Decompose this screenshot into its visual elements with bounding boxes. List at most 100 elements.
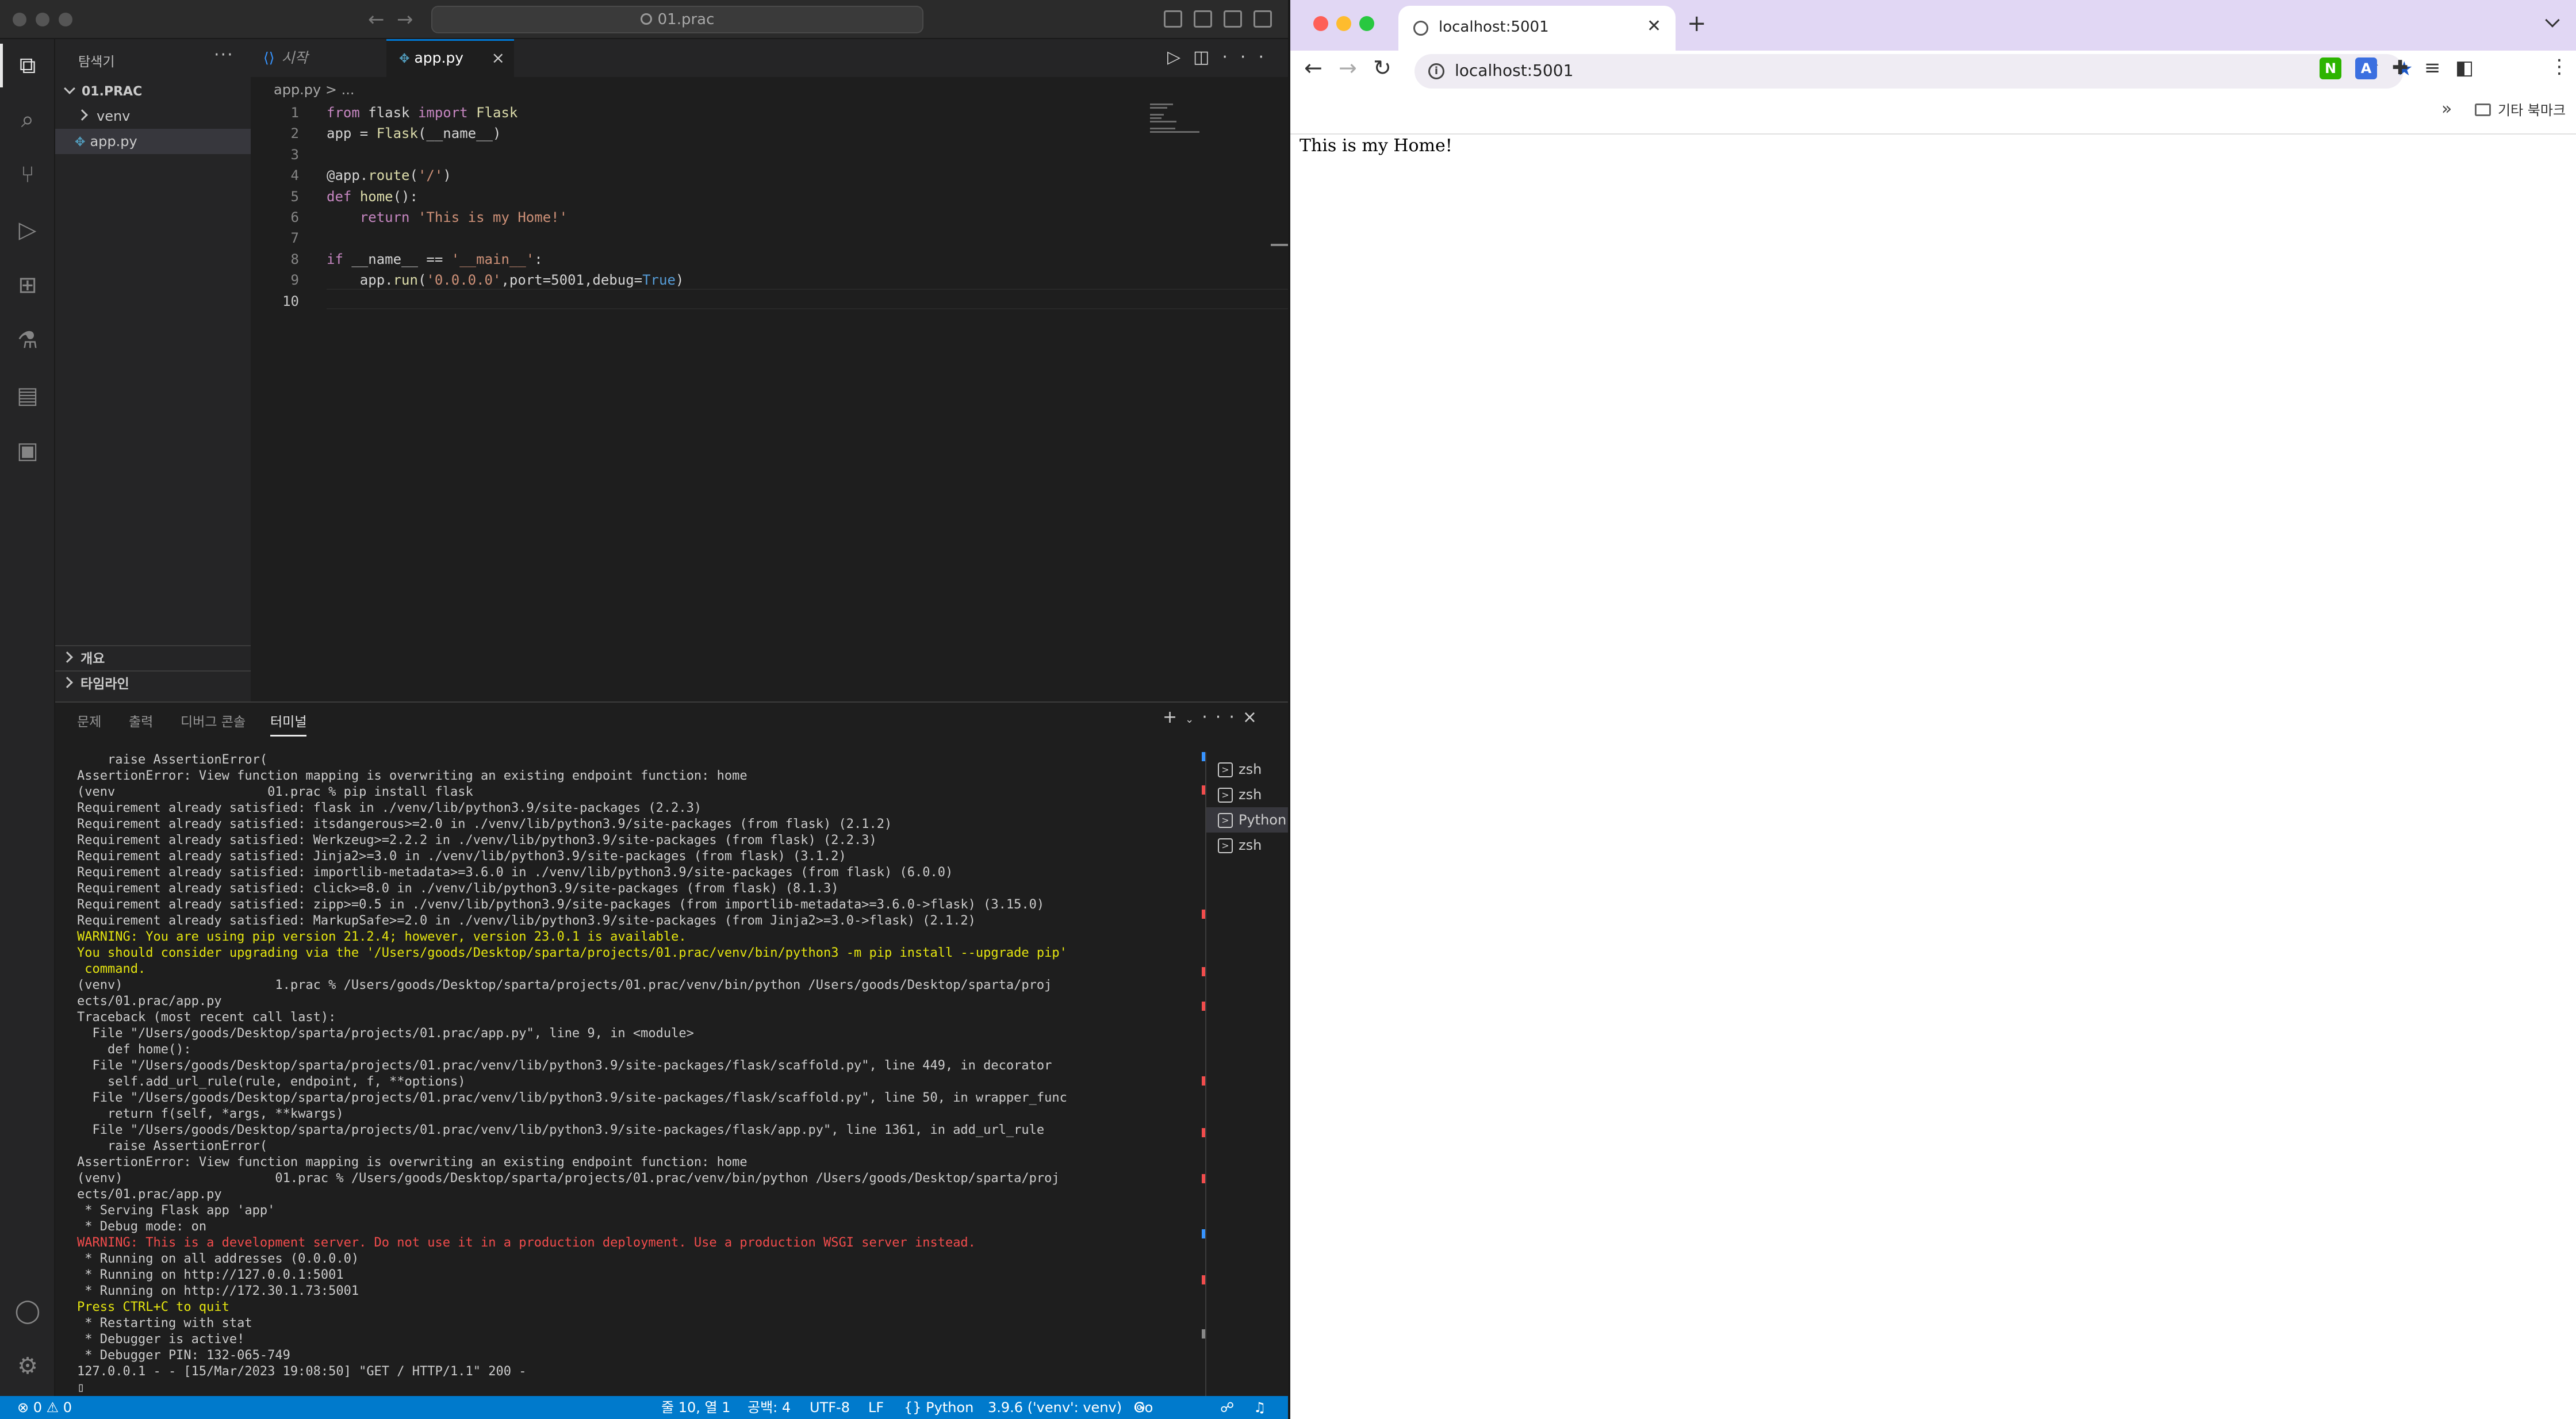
code-line[interactable]: app = Flask(__name__) [327, 125, 501, 141]
zoom-window-button[interactable] [1359, 16, 1374, 31]
terminal-line: Requirement already satisfied: Jinja2>=3… [77, 849, 846, 864]
tab-app-py[interactable]: ✥ app.py × [386, 39, 514, 77]
indentation-status[interactable]: 공백: 4 [747, 1396, 791, 1419]
close-tab-icon[interactable]: ✕ [1647, 16, 1661, 36]
terminal-line: (venv) 01.prac % /Users/goods/Desktop/sp… [77, 1171, 1187, 1187]
cursor-position[interactable]: 줄 10, 열 1 [661, 1396, 730, 1419]
terminal-output[interactable]: raise AssertionError(AssertionError: Vie… [77, 752, 1187, 1396]
terminal-tab-zsh[interactable]: > zsh [1206, 757, 1288, 782]
terminal-line: * Running on all addresses (0.0.0.0) [77, 1252, 359, 1266]
tree-item-venv[interactable]: venv [55, 103, 251, 129]
code-line[interactable]: @app.route('/') [327, 167, 451, 183]
tab-search-chevron-icon[interactable] [2545, 13, 2560, 28]
encoding-status[interactable]: UTF-8 [810, 1396, 850, 1419]
terminal-icon: > [1218, 813, 1233, 828]
eol-status[interactable]: LF [868, 1396, 884, 1419]
terminal-tab-zsh[interactable]: > zsh [1206, 833, 1288, 858]
source-control-icon[interactable]: ⑂ [14, 161, 41, 189]
tab-terminal[interactable]: 터미널 [270, 711, 307, 737]
terminal-line: File "/Users/goods/Desktop/sparta/projec… [77, 1059, 1052, 1073]
language-mode[interactable]: {} Python [904, 1396, 973, 1419]
back-arrow-icon[interactable]: ← [368, 8, 385, 31]
breadcrumb[interactable]: app.py > ... [274, 82, 355, 98]
command-center-search[interactable]: 01.prac [431, 6, 923, 33]
tab-problems[interactable]: 문제 [77, 711, 101, 730]
close-tab-icon[interactable]: × [492, 41, 505, 75]
more-actions-icon[interactable]: ··· [1202, 707, 1243, 727]
side-panel-icon[interactable]: ◧ [2455, 56, 2474, 79]
extensions-icon[interactable]: ⊞ [14, 271, 41, 299]
close-window-button[interactable] [13, 13, 26, 26]
more-actions-icon[interactable]: ··· [214, 45, 234, 65]
code-line[interactable]: if __name__ == '__main__': [327, 251, 543, 267]
code-line[interactable]: app.run('0.0.0.0',port=5001,debug=True) [327, 272, 684, 288]
feedback-icon[interactable]: ☍ [1220, 1396, 1234, 1419]
notifications-bell-icon[interactable]: ♫ [1254, 1396, 1266, 1419]
extensions-puzzle-icon[interactable]: ✚ [2392, 56, 2409, 79]
editor-actions[interactable]: ▷◫··· [1167, 47, 1276, 67]
minimap[interactable] [1150, 103, 1208, 138]
editor-tab-bar: ⟨⟩ 시작 ✥ app.py × ▷◫··· [251, 39, 1288, 77]
terminal-icon: > [1218, 762, 1233, 777]
search-icon[interactable]: ⌕ [14, 106, 41, 133]
tree-item-app-py[interactable]: ✥ app.py [55, 129, 251, 154]
bottom-panel: 문제 출력 디버그 콘솔 터미널 +⌄···× raise AssertionE… [55, 701, 1288, 1397]
close-window-button[interactable] [1313, 16, 1328, 31]
code-line[interactable]: from flask import Flask [327, 105, 518, 121]
minimize-window-button[interactable] [36, 13, 49, 26]
site-info-icon[interactable]: i [1428, 63, 1444, 79]
tab-welcome[interactable]: ⟨⟩ 시작 [251, 39, 386, 77]
new-tab-button[interactable]: + [1687, 10, 1707, 37]
reload-button[interactable]: ↻ [1373, 55, 1392, 80]
settings-gear-icon[interactable]: ⚙ [14, 1352, 41, 1380]
menu-kebab-icon[interactable]: ⋮ [2550, 55, 2569, 78]
zoom-window-button[interactable] [59, 13, 72, 26]
line-number: 8 [290, 251, 299, 267]
folder-root[interactable]: 01.PRAC [55, 78, 251, 103]
customize-layout-icon[interactable] [1254, 10, 1272, 28]
line-number: 6 [290, 209, 299, 225]
new-terminal-icon[interactable]: + [1163, 707, 1185, 727]
naver-extension-icon[interactable]: N [2320, 57, 2341, 79]
media-controls-icon[interactable]: ≡ [2424, 56, 2441, 79]
code-line[interactable]: return 'This is my Home!' [327, 209, 568, 225]
account-icon[interactable]: ◯ [14, 1297, 41, 1325]
address-bar[interactable]: i localhost:5001 ⇪ ★ [1414, 54, 2413, 89]
browser-tab[interactable]: localhost:5001 ✕ [1398, 6, 1676, 51]
toggle-secondary-sidebar-icon[interactable] [1224, 10, 1242, 28]
tab-debug-console[interactable]: 디버그 콘솔 [181, 711, 246, 730]
tab-output[interactable]: 출력 [129, 711, 153, 730]
explorer-icon[interactable]: ⧉ [0, 44, 41, 87]
other-bookmarks-folder[interactable]: 기타 북마크 [2475, 99, 2566, 119]
bookmarks-overflow-button[interactable]: » [2441, 99, 2452, 119]
terminal-line: File "/Users/goods/Desktop/sparta/projec… [77, 1091, 1067, 1105]
terminal-line: You should consider upgrading via the '/… [77, 946, 1067, 960]
chevron-down-icon[interactable]: ⌄ [1185, 714, 1202, 726]
line-number: 10 [282, 293, 299, 309]
terminal-tab-python[interactable]: > Python [1206, 807, 1288, 833]
testing-icon[interactable]: ⚗ [14, 327, 41, 354]
timeline-section[interactable]: 타임라인 [55, 670, 251, 696]
terminal-line: Requirement already satisfied: MarkupSaf… [77, 914, 976, 928]
terminal-line: WARNING: You are using pip version 21.2.… [77, 930, 687, 944]
notebook-icon[interactable]: ▤ [14, 382, 41, 409]
toggle-panel-icon[interactable] [1194, 10, 1212, 28]
close-panel-icon[interactable]: × [1243, 707, 1265, 727]
terminal-tab-zsh[interactable]: > zsh [1206, 782, 1288, 807]
code-editor[interactable]: 1 from flask import Flask 2 app = Flask(__n… [251, 103, 1288, 414]
problems-status[interactable]: ⊗ 0 ⚠ 0 [17, 1396, 72, 1419]
run-debug-icon[interactable]: ▷ [14, 216, 41, 244]
toggle-sidebar-icon[interactable] [1164, 10, 1182, 28]
translate-extension-icon[interactable]: A [2355, 57, 2377, 79]
back-button[interactable]: ← [1304, 55, 1322, 80]
split-editor-icon[interactable]: ◫ [1193, 47, 1222, 67]
remote-explorer-icon[interactable]: ▣ [14, 437, 41, 465]
more-actions-icon[interactable]: ··· [1222, 47, 1276, 67]
forward-button[interactable]: → [1339, 55, 1357, 80]
python-interpreter[interactable]: 3.9.6 ('venv': venv) [988, 1396, 1122, 1419]
outline-section[interactable]: 개요 [55, 645, 251, 670]
minimize-window-button[interactable] [1336, 16, 1351, 31]
run-python-icon[interactable]: ▷ [1167, 47, 1193, 67]
code-line[interactable]: def home(): [327, 189, 418, 205]
forward-arrow-icon[interactable]: → [397, 8, 413, 31]
